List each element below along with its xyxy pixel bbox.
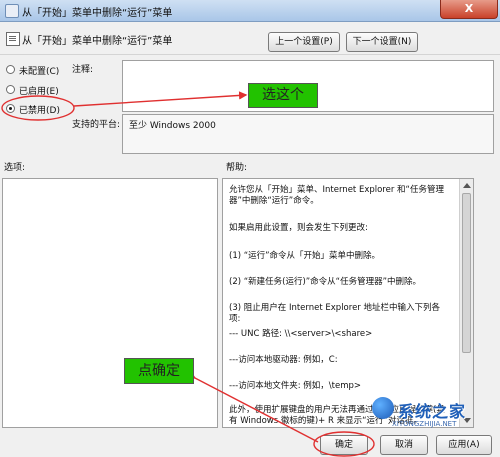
help-text-area: 允许您从「开始」菜单、Internet Explorer 和“任务管理器”中删除… bbox=[223, 179, 461, 427]
help-paragraph: (2) “新建任务(运行)”命令从“任务管理器”中删除。 bbox=[229, 277, 421, 287]
click-ok-callout: 点确定 bbox=[124, 358, 194, 384]
options-label: 选项: bbox=[4, 163, 26, 173]
title-bar: 从「开始」菜单中删除“运行”菜单 X bbox=[0, 0, 500, 22]
help-scrollbar[interactable] bbox=[459, 179, 473, 427]
cancel-button[interactable]: 取消 bbox=[380, 435, 428, 455]
close-button[interactable]: X bbox=[440, 0, 498, 19]
policy-setting-icon bbox=[6, 32, 20, 46]
supported-on-value: 至少 Windows 2000 bbox=[129, 121, 216, 131]
comment-label: 注释: bbox=[72, 65, 94, 75]
help-paragraph: ---访问本地文件夹: 例如，\temp> bbox=[229, 381, 361, 391]
policy-name: 从「开始」菜单中删除“运行”菜单 bbox=[22, 36, 173, 47]
radio-selected-icon bbox=[6, 104, 15, 113]
radio-circle-icon bbox=[6, 85, 15, 94]
supported-on-box: 至少 Windows 2000 bbox=[122, 114, 494, 154]
supported-on-label: 支持的平台: bbox=[72, 120, 121, 130]
ok-button[interactable]: 确定 bbox=[320, 435, 368, 455]
next-setting-button[interactable]: 下一个设置(N) bbox=[346, 32, 418, 52]
watermark-url: XITONGZHIJIA.NET bbox=[392, 420, 457, 428]
help-paragraph: --- UNC 路径: \\<server>\<share> bbox=[229, 329, 373, 339]
header-separator bbox=[0, 54, 500, 55]
scroll-thumb[interactable] bbox=[462, 193, 471, 353]
policy-window-icon bbox=[5, 4, 19, 18]
help-paragraph: 如果启用此设置，则会发生下列更改: bbox=[229, 223, 368, 233]
help-paragraph: (3) 阻止用户在 Internet Explorer 地址栏中输入下列各项: bbox=[229, 303, 440, 324]
select-this-callout: 选这个 bbox=[248, 83, 318, 108]
radio-circle-icon bbox=[6, 65, 15, 74]
help-paragraph: ---访问本地驱动器: 例如，C: bbox=[229, 355, 338, 365]
window-title: 从「开始」菜单中删除“运行”菜单 bbox=[22, 8, 173, 19]
help-paragraph: 允许您从「开始」菜单、Internet Explorer 和“任务管理器”中删除… bbox=[229, 185, 444, 206]
watermark-name: 系统之家 bbox=[398, 402, 467, 421]
help-label: 帮助: bbox=[226, 163, 248, 173]
previous-setting-button[interactable]: 上一个设置(P) bbox=[268, 32, 340, 52]
watermark-logo-icon bbox=[372, 397, 394, 419]
scroll-up-arrow-icon[interactable] bbox=[463, 183, 471, 188]
apply-button[interactable]: 应用(A) bbox=[436, 435, 492, 455]
options-panel bbox=[2, 178, 218, 428]
help-paragraph: (1) “运行”命令从「开始」菜单中删除。 bbox=[229, 251, 381, 261]
help-panel: 允许您从「开始」菜单、Internet Explorer 和“任务管理器”中删除… bbox=[222, 178, 474, 428]
